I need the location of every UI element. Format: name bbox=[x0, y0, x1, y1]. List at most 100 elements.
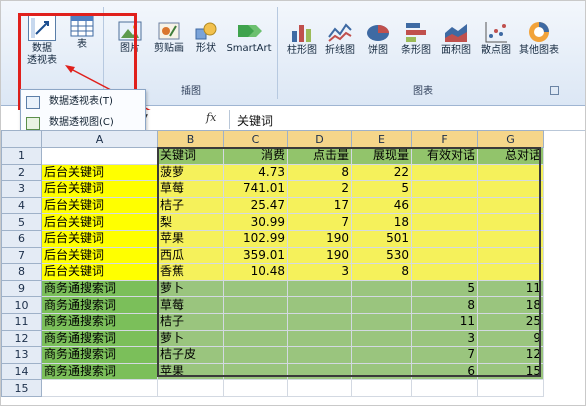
cell[interactable] bbox=[287, 346, 352, 364]
column-header-d[interactable]: D bbox=[287, 130, 352, 148]
cell[interactable]: 359.01 bbox=[223, 246, 288, 265]
cell[interactable]: 6 bbox=[411, 362, 478, 381]
cell[interactable] bbox=[411, 229, 478, 248]
row-header[interactable]: 2 bbox=[1, 163, 42, 182]
row-header[interactable]: 8 bbox=[1, 263, 42, 281]
cell[interactable] bbox=[351, 279, 412, 298]
cell[interactable]: 商务通搜索词 bbox=[41, 362, 158, 381]
cell[interactable] bbox=[351, 329, 412, 348]
cell[interactable]: 展现量 bbox=[351, 147, 412, 165]
row-header[interactable]: 1 bbox=[1, 147, 42, 165]
cell[interactable]: 有效对话 bbox=[411, 147, 478, 165]
cell[interactable] bbox=[223, 379, 288, 397]
cell[interactable]: 草莓 bbox=[157, 180, 224, 198]
cell[interactable]: 桔子 bbox=[157, 312, 224, 331]
cell[interactable]: 后台关键词 bbox=[41, 213, 158, 231]
cell[interactable]: 西瓜 bbox=[157, 246, 224, 265]
cell[interactable]: 9 bbox=[477, 329, 544, 348]
cell[interactable] bbox=[351, 312, 412, 331]
cell[interactable]: 741.01 bbox=[223, 180, 288, 198]
cell[interactable]: 商务通搜索词 bbox=[41, 346, 158, 364]
cell[interactable]: 商务通搜索词 bbox=[41, 296, 158, 314]
cell[interactable] bbox=[287, 312, 352, 331]
cell[interactable] bbox=[287, 362, 352, 381]
cell[interactable]: 7 bbox=[287, 213, 352, 231]
column-header-b[interactable]: B bbox=[157, 130, 224, 148]
column-header-c[interactable]: C bbox=[223, 130, 288, 148]
select-all-corner[interactable] bbox=[1, 130, 42, 148]
fx-icon[interactable]: fx bbox=[206, 111, 216, 124]
cell[interactable]: 10.48 bbox=[223, 263, 288, 281]
cell[interactable] bbox=[411, 246, 478, 265]
cell[interactable] bbox=[351, 346, 412, 364]
cell[interactable] bbox=[223, 312, 288, 331]
cell[interactable]: 总对话 bbox=[477, 147, 544, 165]
cell[interactable] bbox=[477, 196, 544, 215]
cell[interactable]: 501 bbox=[351, 229, 412, 248]
cell[interactable]: 8 bbox=[351, 263, 412, 281]
cell[interactable]: 梨 bbox=[157, 213, 224, 231]
column-header-e[interactable]: E bbox=[351, 130, 412, 148]
cell[interactable]: 后台关键词 bbox=[41, 163, 158, 182]
cell[interactable] bbox=[477, 163, 544, 182]
column-header-f[interactable]: F bbox=[411, 130, 478, 148]
cell[interactable]: 苹果 bbox=[157, 229, 224, 248]
cell[interactable]: 8 bbox=[411, 296, 478, 314]
cell[interactable] bbox=[411, 163, 478, 182]
cell[interactable]: 190 bbox=[287, 246, 352, 265]
cell[interactable]: 关键词 bbox=[157, 147, 224, 165]
cell[interactable]: 530 bbox=[351, 246, 412, 265]
cell[interactable]: 46 bbox=[351, 196, 412, 215]
row-header[interactable]: 5 bbox=[1, 213, 42, 231]
cell[interactable]: 2 bbox=[287, 180, 352, 198]
row-header[interactable]: 9 bbox=[1, 279, 42, 298]
cell[interactable]: 萝卜 bbox=[157, 279, 224, 298]
cell[interactable] bbox=[411, 196, 478, 215]
row-header[interactable]: 12 bbox=[1, 329, 42, 348]
cell[interactable]: 点击量 bbox=[287, 147, 352, 165]
cell[interactable]: 后台关键词 bbox=[41, 263, 158, 281]
menu-item-pivot-table[interactable]: 数据透视表(T) bbox=[21, 92, 145, 112]
cell[interactable]: 17 bbox=[287, 196, 352, 215]
cell[interactable] bbox=[287, 279, 352, 298]
cell[interactable]: 190 bbox=[287, 229, 352, 248]
cell[interactable]: 桔子皮 bbox=[157, 346, 224, 364]
cell[interactable] bbox=[351, 362, 412, 381]
cell[interactable]: 18 bbox=[351, 213, 412, 231]
cell[interactable] bbox=[157, 379, 224, 397]
column-header-g[interactable]: G bbox=[477, 130, 544, 148]
cell[interactable]: 商务通搜索词 bbox=[41, 312, 158, 331]
cell[interactable]: 商务通搜索词 bbox=[41, 329, 158, 348]
cell[interactable] bbox=[411, 263, 478, 281]
cell[interactable] bbox=[223, 296, 288, 314]
row-header[interactable]: 7 bbox=[1, 246, 42, 265]
cell[interactable]: 15 bbox=[477, 362, 544, 381]
cell[interactable] bbox=[477, 263, 544, 281]
row-header[interactable]: 14 bbox=[1, 362, 42, 381]
cell[interactable]: 18 bbox=[477, 296, 544, 314]
cell[interactable]: 5 bbox=[351, 180, 412, 198]
cell[interactable]: 3 bbox=[411, 329, 478, 348]
cell[interactable]: 22 bbox=[351, 163, 412, 182]
cell[interactable]: 8 bbox=[287, 163, 352, 182]
cell[interactable]: 3 bbox=[287, 263, 352, 281]
cell[interactable]: 后台关键词 bbox=[41, 180, 158, 198]
cell[interactable]: 102.99 bbox=[223, 229, 288, 248]
cell[interactable]: 草莓 bbox=[157, 296, 224, 314]
cell[interactable] bbox=[287, 296, 352, 314]
row-header[interactable]: 11 bbox=[1, 312, 42, 331]
cell[interactable]: 7 bbox=[411, 346, 478, 364]
cell[interactable]: 消费 bbox=[223, 147, 288, 165]
cell[interactable]: 25.47 bbox=[223, 196, 288, 215]
cell[interactable] bbox=[411, 180, 478, 198]
column-header-a[interactable]: A bbox=[41, 130, 158, 148]
cell[interactable]: 11 bbox=[477, 279, 544, 298]
cell[interactable]: 11 bbox=[411, 312, 478, 331]
cell[interactable]: 5 bbox=[411, 279, 478, 298]
row-header[interactable]: 6 bbox=[1, 229, 42, 248]
cell[interactable] bbox=[41, 379, 158, 397]
cell[interactable]: 后台关键词 bbox=[41, 246, 158, 265]
cell[interactable] bbox=[287, 329, 352, 348]
row-header[interactable]: 10 bbox=[1, 296, 42, 314]
cell[interactable]: 苹果 bbox=[157, 362, 224, 381]
